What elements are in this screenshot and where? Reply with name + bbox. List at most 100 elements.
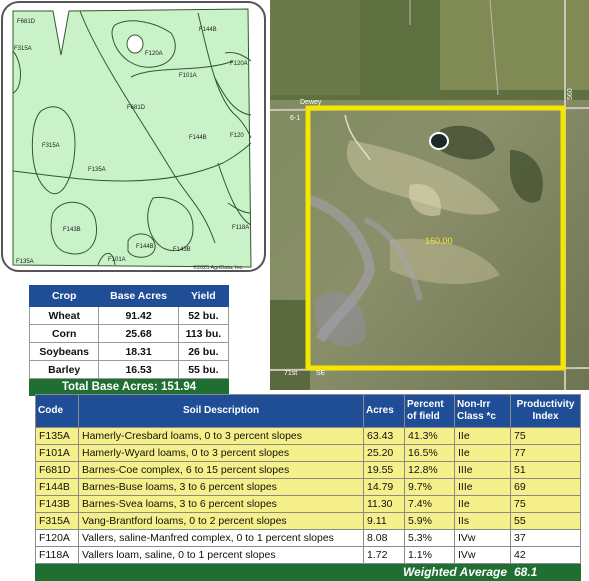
map-label: F120 — [230, 133, 244, 139]
class-header: Non-Irr Class *c — [454, 394, 511, 428]
crop-acres: 18.31 — [98, 342, 179, 361]
soil-acres: 8.08 — [363, 529, 405, 547]
soil-percent: 12.8% — [404, 461, 455, 479]
soil-table-header: Code Soil Description Acres Percent of f… — [35, 394, 581, 428]
soil-pi: 69 — [510, 478, 581, 496]
soil-description: Barnes-Buse loams, 3 to 6 percent slopes — [78, 478, 364, 496]
soil-class: IIe — [454, 444, 511, 462]
crop-row: Barley 16.53 55 bu. — [28, 360, 230, 379]
soil-acres: 14.79 — [363, 478, 405, 496]
soil-row: F315A Vang-Brantford loams, 0 to 2 perce… — [35, 512, 581, 530]
soil-percent: 7.4% — [404, 495, 455, 513]
soil-code: F681D — [35, 461, 79, 479]
pi-header-line1: Productivity — [516, 399, 575, 410]
soil-code: F144B — [35, 478, 79, 496]
soil-map: F681D F315A F144B F120A F101A F681D F120… — [1, 1, 266, 272]
total-base-acres-row: Total Base Acres: 151.94 — [29, 378, 229, 396]
soil-code: F135A — [35, 427, 79, 445]
field-acres-label: 160.00 — [425, 236, 453, 246]
map-label: F143B — [173, 247, 191, 253]
soil-pi: 42 — [510, 546, 581, 564]
soil-code: F143B — [35, 495, 79, 513]
base-acres-header: Base Acres — [98, 285, 179, 307]
crop-name: Barley — [28, 360, 100, 379]
soil-percent: 16.5% — [404, 444, 455, 462]
crop-acres: 16.53 — [98, 360, 179, 379]
soil-table: Code Soil Description Acres Percent of f… — [35, 394, 581, 581]
soil-class: IVw — [454, 546, 511, 564]
aerial-photo: Dewey 6-1 560 71st SE 160.00 — [270, 0, 589, 390]
crop-name: Corn — [28, 324, 100, 343]
soil-row: F143B Barnes-Svea loams, 3 to 6 percent … — [35, 495, 581, 513]
map-label: F681D — [127, 105, 146, 111]
soil-row: F144B Barnes-Buse loams, 3 to 6 percent … — [35, 478, 581, 496]
soil-pi: 77 — [510, 444, 581, 462]
soil-percent: 1.1% — [404, 546, 455, 564]
soil-class: IIe — [454, 495, 511, 513]
soil-description: Vallers loam, saline, 0 to 1 percent slo… — [78, 546, 364, 564]
soil-class: IIIe — [454, 461, 511, 479]
soil-acres: 63.43 — [363, 427, 405, 445]
map-label: F101A — [179, 73, 197, 79]
soil-row: F120A Vallers, saline-Manfred complex, 0… — [35, 529, 581, 547]
soil-row: F681D Barnes-Coe complex, 6 to 15 percen… — [35, 461, 581, 479]
road-label-dewey: Dewey — [300, 99, 322, 106]
map-label: F681D — [17, 19, 36, 25]
road-label-west: 6-1 — [290, 115, 300, 122]
map-label: F135A — [16, 259, 34, 265]
map-label: F143B — [63, 227, 81, 233]
productivity-header: Productivity Index — [510, 394, 581, 428]
crop-yield: 55 bu. — [177, 360, 230, 379]
soil-class: IIe — [454, 427, 511, 445]
copyright-text: ©2025 AgriData, Inc. — [193, 264, 244, 271]
weighted-average-row: Weighted Average 68.1 — [35, 563, 581, 581]
soil-class: IVw — [454, 529, 511, 547]
aerial-svg: Dewey 6-1 560 71st SE 160.00 — [270, 0, 589, 390]
map-label: F135A — [88, 167, 106, 173]
soil-pi: 55 — [510, 512, 581, 530]
soil-percent: 5.3% — [404, 529, 455, 547]
soil-code: F101A — [35, 444, 79, 462]
soil-description: Hamerly-Wyard loams, 0 to 3 percent slop… — [78, 444, 364, 462]
crop-yield: 52 bu. — [177, 306, 230, 325]
soil-code: F120A — [35, 529, 79, 547]
map-label: F101A — [108, 257, 126, 263]
aerial-pond — [429, 132, 449, 150]
crop-acres: 25.68 — [98, 324, 179, 343]
soil-percent: 9.7% — [404, 478, 455, 496]
soil-description: Barnes-Coe complex, 6 to 15 percent slop… — [78, 461, 364, 479]
crop-row: Corn 25.68 113 bu. — [28, 324, 230, 343]
soil-acres: 19.55 — [363, 461, 405, 479]
pond — [126, 34, 144, 54]
crop-header: Crop — [28, 285, 100, 307]
soil-class: IIIe — [454, 478, 511, 496]
soil-percent: 41.3% — [404, 427, 455, 445]
road-label-south-2: SE — [316, 370, 326, 377]
soil-acres: 1.72 — [363, 546, 405, 564]
soil-description: Vang-Brantford loams, 0 to 2 percent slo… — [78, 512, 364, 530]
map-label: F120A — [145, 51, 163, 57]
percent-header-line1: Percent — [407, 399, 444, 410]
soil-code: F118A — [35, 546, 79, 564]
road-label-east: 560 — [567, 88, 574, 100]
crop-row: Soybeans 18.31 26 bu. — [28, 342, 230, 361]
soil-acres: 25.20 — [363, 444, 405, 462]
crop-yield: 26 bu. — [177, 342, 230, 361]
soil-map-svg: F681D F315A F144B F120A F101A F681D F120… — [12, 8, 252, 271]
crop-acres: 91.42 — [98, 306, 179, 325]
yield-header: Yield — [177, 285, 230, 307]
soil-class: IIs — [454, 512, 511, 530]
map-label: F144B — [136, 244, 154, 250]
total-label: Total Base Acres: — [61, 381, 158, 393]
road-label-south: 71st — [284, 370, 297, 377]
map-label: F118A — [232, 225, 249, 231]
class-header-line1: Non-Irr — [457, 399, 491, 410]
soil-pi: 75 — [510, 427, 581, 445]
pi-header-line2: Index — [532, 411, 559, 422]
soil-description: Barnes-Svea loams, 3 to 6 percent slopes — [78, 495, 364, 513]
crop-name: Soybeans — [28, 342, 100, 361]
weighted-average-label: Weighted Average — [35, 563, 511, 581]
map-label: F315A — [14, 46, 32, 52]
soil-pi: 37 — [510, 529, 581, 547]
total-base-acres: Total Base Acres: 151.94 — [29, 378, 229, 396]
